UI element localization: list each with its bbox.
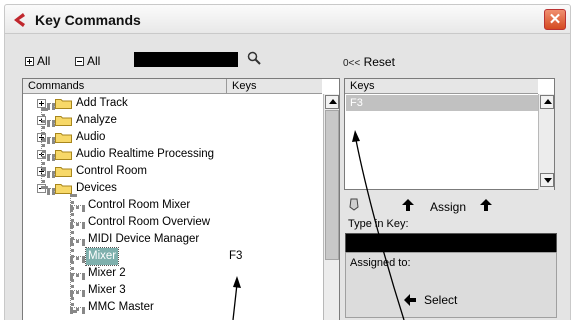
tree-connector [47, 154, 55, 158]
keys-panel: Keys F3 [344, 78, 555, 190]
collapse-icon [75, 57, 84, 66]
reset-icon: 0<< [343, 58, 361, 69]
cubase-logo-icon [14, 13, 25, 27]
reset-label: Reset [363, 55, 395, 69]
keys-scroll-down-button[interactable] [540, 173, 554, 187]
assigned-to-label: Assigned to: [350, 257, 411, 269]
tree-command-row[interactable]: MIDI Device Manager [23, 231, 323, 248]
commands-panel: Commands Keys Add Track Analyze Audio Audio… [22, 78, 340, 320]
tree-connector [47, 137, 55, 141]
folder-icon [55, 167, 72, 177]
folder-icon [55, 116, 72, 126]
tree-row-label: Devices [76, 182, 117, 194]
collapse-all-button[interactable]: All [75, 54, 100, 68]
tree-folder-row[interactable]: Control Room [23, 163, 323, 180]
folder-icon [55, 133, 72, 143]
tree-row-label: Control Room Mixer [88, 199, 191, 211]
tree-folder-row[interactable]: Audio Realtime Processing [23, 146, 323, 163]
tree-row-label: Audio [76, 131, 106, 143]
tree-row-keys: F3 [229, 250, 243, 262]
assign-up-arrow-icon [402, 199, 414, 211]
commands-scrollbar[interactable] [323, 94, 339, 320]
tree-row-label: Add Track [76, 97, 128, 109]
tree-connector [47, 188, 55, 192]
expand-all-button[interactable]: All [25, 54, 50, 68]
expand-icon [25, 57, 34, 66]
tree-command-row[interactable]: Mixer 3 [23, 282, 323, 299]
tree-connector [47, 171, 55, 175]
tree-folder-row[interactable]: Devices [23, 180, 323, 197]
left-arrow-icon [404, 294, 416, 306]
reset-button[interactable]: 0<< Reset [343, 55, 395, 71]
folder-icon [55, 150, 72, 160]
tree-row-label: Audio Realtime Processing [76, 148, 215, 160]
tree-guide-line [70, 194, 74, 313]
assigned-to-panel: Assigned to: Select [345, 252, 557, 318]
tree-guide-line [41, 108, 45, 189]
keys-list-item[interactable]: F3 [346, 95, 538, 111]
tree-row-label: MMC Master [88, 301, 154, 313]
tree-command-row[interactable]: Mixer F3 [23, 247, 323, 266]
keys-scrollbar[interactable] [538, 94, 554, 190]
keys-panel-header: Keys [345, 79, 538, 94]
tree-connector [47, 103, 55, 107]
close-button[interactable]: ✕ [544, 9, 566, 30]
scroll-up-button[interactable] [325, 95, 339, 109]
select-button[interactable]: Select [404, 293, 457, 307]
tree-row-label: Control Room Overview [88, 216, 211, 228]
scroll-thumb[interactable] [325, 110, 339, 260]
tree-row-label: Mixer [84, 247, 120, 266]
tree-command-row[interactable]: Control Room Overview [23, 214, 323, 231]
folder-icon [55, 99, 72, 109]
tree-row-label: Mixer 3 [88, 284, 126, 296]
tree-row-label: Analyze [76, 114, 117, 126]
expand-node-icon[interactable] [37, 99, 46, 108]
tree-folder-row[interactable]: Add Track [23, 95, 323, 112]
tree-command-row[interactable]: Control Room Mixer [23, 197, 323, 214]
tree-row-label: MIDI Device Manager [88, 233, 200, 245]
type-in-key-field[interactable] [345, 233, 557, 253]
type-in-key-label: Type in Key: [348, 218, 409, 230]
search-input[interactable] [134, 52, 238, 67]
keys-scroll-up-button[interactable] [540, 95, 554, 109]
expand-all-label: All [37, 54, 51, 68]
assign-up-arrow-icon-right [480, 199, 492, 211]
select-label: Select [424, 293, 458, 307]
assign-button[interactable]: Assign [430, 200, 466, 214]
tree-command-row[interactable]: Mixer 2 [23, 265, 323, 282]
title-bar: Key Commands ✕ [4, 4, 571, 34]
tree-row-label: Control Room [76, 165, 147, 177]
window-title: Key Commands [35, 12, 141, 28]
commands-column-header[interactable]: Commands [23, 79, 227, 94]
tree-row-label: Mixer 2 [88, 267, 126, 279]
collapse-all-label: All [87, 54, 101, 68]
tree-folder-row[interactable]: Audio [23, 129, 323, 146]
search-icon[interactable] [246, 50, 262, 66]
folder-icon [55, 184, 72, 194]
tree-connector [47, 120, 55, 124]
key-commands-window: Key Commands ✕ All All 0<< Reset Command… [0, 0, 575, 320]
delete-key-icon[interactable] [347, 197, 361, 211]
tree-folder-row[interactable]: Analyze [23, 112, 323, 129]
tree-command-row[interactable]: MMC Master [23, 299, 323, 316]
keys-column-header[interactable]: Keys [227, 79, 322, 94]
